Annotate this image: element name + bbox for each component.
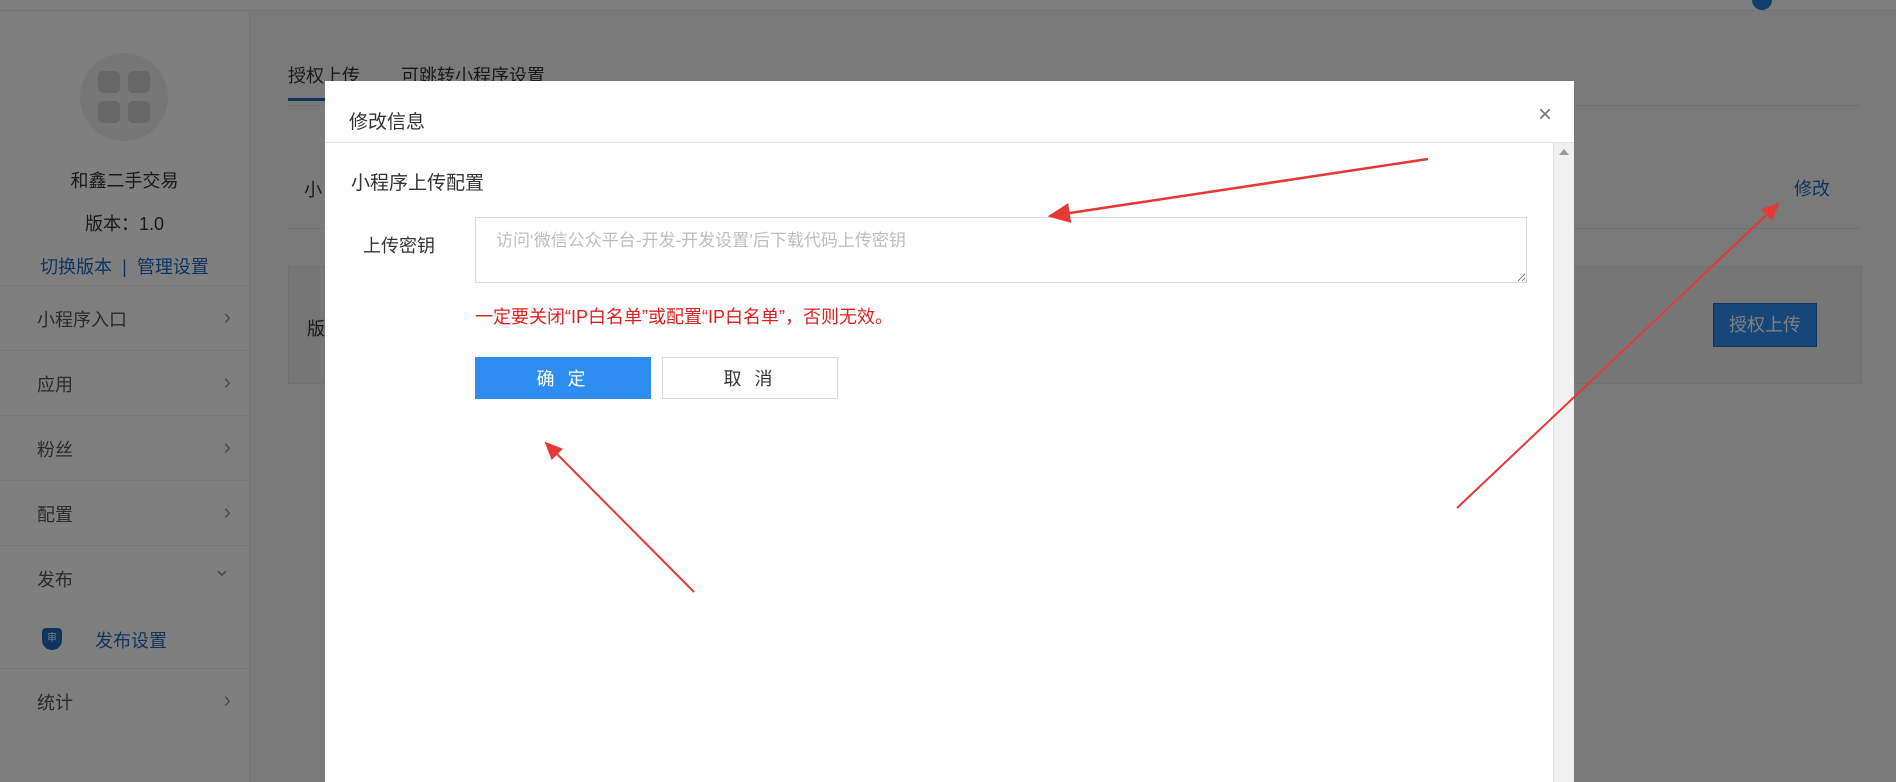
- edit-info-dialog: 修改信息 × 小程序上传配置 上传密钥 一定要关闭“IP白名单”或配置“IP白名…: [325, 81, 1574, 782]
- dialog-header: 修改信息 ×: [325, 81, 1574, 143]
- upload-key-input[interactable]: [475, 217, 1527, 283]
- cancel-button[interactable]: 取 消: [662, 357, 838, 399]
- confirm-button[interactable]: 确 定: [475, 357, 651, 399]
- ip-whitelist-warning: 一定要关闭“IP白名单”或配置“IP白名单”，否则无效。: [475, 307, 893, 327]
- scroll-up-icon[interactable]: [1559, 149, 1569, 155]
- dialog-scrollbar[interactable]: [1553, 143, 1574, 782]
- upload-key-label: 上传密钥: [363, 236, 435, 256]
- section-title: 小程序上传配置: [351, 173, 485, 194]
- dialog-title: 修改信息: [349, 112, 426, 133]
- close-icon[interactable]: ×: [1538, 103, 1552, 127]
